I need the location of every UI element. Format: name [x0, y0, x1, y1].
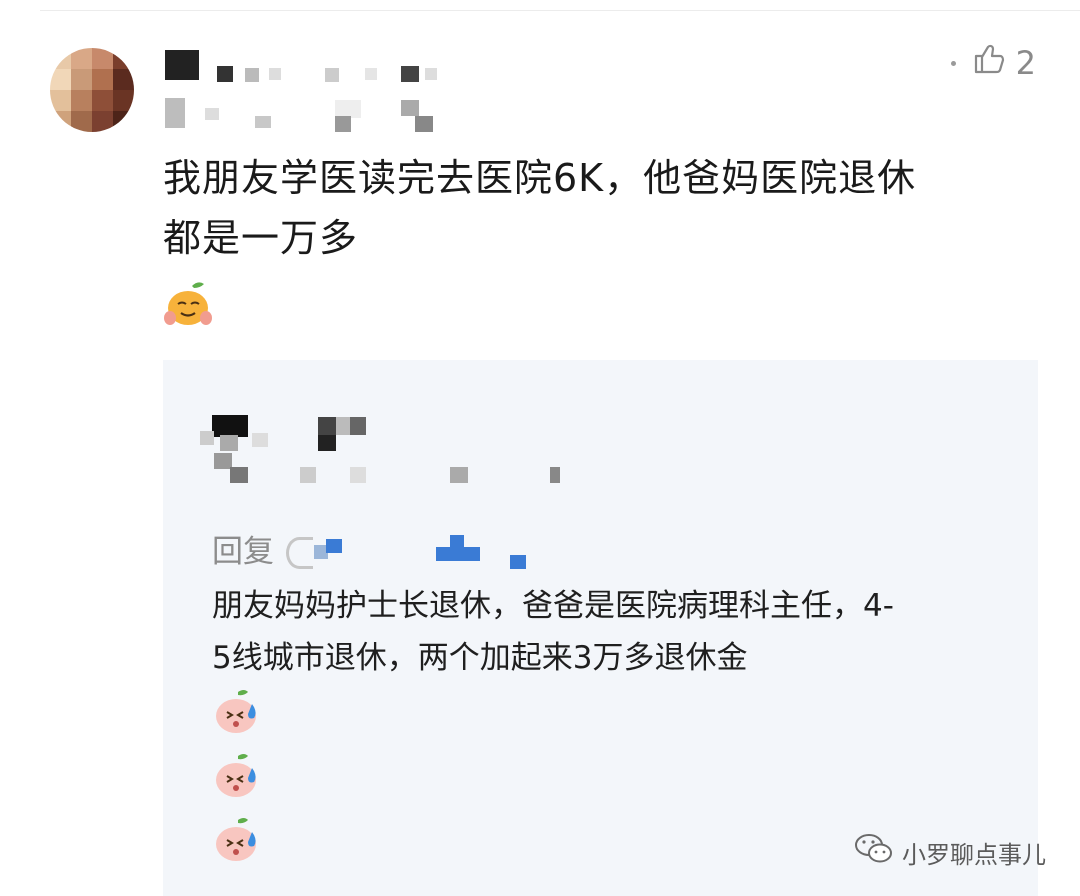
reply-line-2: 5线城市退休，两个加起来3万多退休金: [212, 640, 748, 676]
mention-pixelated[interactable]: [286, 531, 556, 569]
comment-line-2: 都是一万多: [163, 216, 359, 260]
watermark-text: 小罗聊点事儿: [902, 840, 1046, 869]
sweat-face-emoji: [212, 688, 262, 740]
thumbs-up-icon: [972, 42, 1006, 84]
reply-body: 朋友妈妈护士长退休，爸爸是医院病理科主任，4- 5线城市退休，两个加起来3万多退…: [212, 580, 1012, 684]
more-dot: [950, 60, 956, 66]
reply-label: 回复: [212, 534, 274, 570]
like-button[interactable]: 2: [950, 42, 1036, 84]
commenter-name-pixelated[interactable]: [165, 50, 445, 135]
sweat-face-emoji: [212, 816, 262, 868]
replier-name-pixelated[interactable]: [200, 405, 580, 490]
comment-line-1: 我朋友学医读完去医院6K，他爸妈医院退休: [163, 156, 917, 200]
commenter-avatar[interactable]: [50, 48, 134, 132]
comment-screen: 2 我朋友学医读完去医院6K，他爸妈医院退休 都是一万多 回复 朋友妈妈护士长退…: [0, 0, 1080, 896]
comment-body: 我朋友学医读完去医院6K，他爸妈医院退休 都是一万多: [163, 148, 1033, 268]
embarrassed-face-emoji: [162, 280, 214, 332]
like-count: 2: [1015, 44, 1036, 82]
reply-line-1: 朋友妈妈护士长退休，爸爸是医院病理科主任，4-: [212, 588, 894, 624]
watermark: 小罗聊点事儿: [854, 832, 1046, 872]
wechat-icon: [854, 832, 894, 872]
divider: [40, 10, 1080, 11]
sweat-face-emoji: [212, 752, 262, 804]
reply-prefix: 回复: [212, 526, 556, 571]
